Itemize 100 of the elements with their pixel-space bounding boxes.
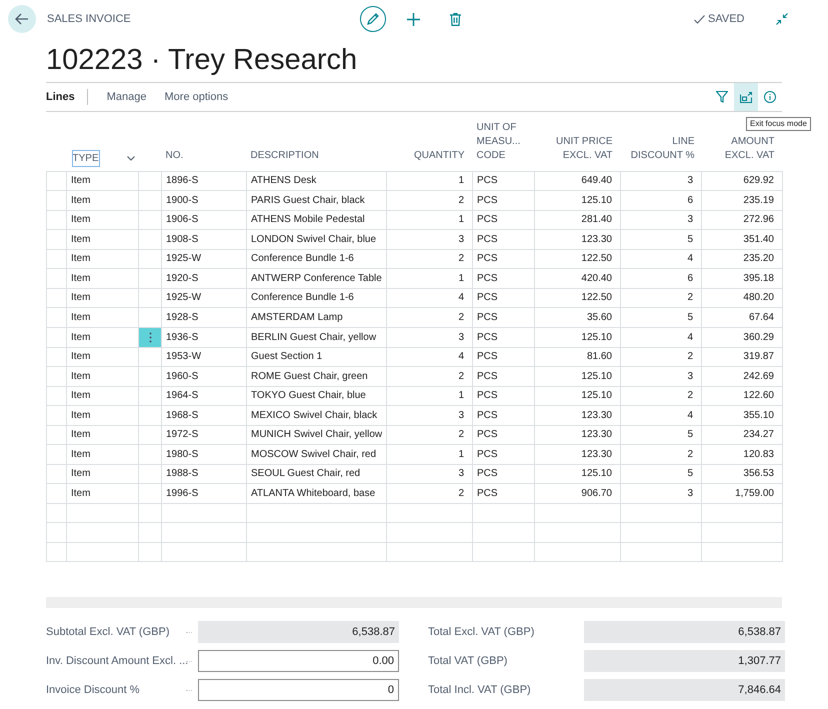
table-cell: PCS — [472, 327, 534, 347]
table-cell: 4 — [386, 347, 472, 366]
table-cell: 235.20 — [702, 249, 782, 268]
table-cell: 1 — [386, 268, 472, 288]
table-cell: 480.20 — [702, 288, 782, 308]
table-cell: Item — [66, 288, 138, 308]
tooltip: Exit focus mode — [746, 117, 811, 131]
total-label: Invoice Discount % — [46, 682, 141, 698]
more-vertical-icon — [148, 332, 152, 342]
chevron-down-icon — [126, 156, 134, 160]
table-cell: Item — [66, 249, 138, 268]
table-cell: 1964-S — [162, 386, 246, 406]
total-value: 7,846.64 — [584, 679, 785, 701]
table-cell: 81.60 — [534, 347, 620, 366]
table-cell: 2 — [620, 347, 702, 366]
table-cell: Item — [66, 171, 138, 190]
total-label: Total VAT (GBP) — [428, 654, 508, 669]
column-header[interactable]: DESCRIPTION — [250, 148, 319, 162]
table-cell: 1968-S — [162, 406, 246, 425]
column-header[interactable]: TYPE — [72, 150, 99, 166]
column-header[interactable]: AMOUNT EXCL. VAT — [714, 134, 774, 162]
table-cell: TOKYO Guest Chair, blue — [246, 386, 386, 406]
table-cell: 235.19 — [702, 190, 782, 210]
table-cell: 125.10 — [534, 464, 620, 484]
table-cell: 6 — [620, 268, 702, 288]
table-cell: Item — [66, 406, 138, 425]
table-cell: 351.40 — [702, 230, 782, 249]
table-cell: 395.18 — [702, 268, 782, 288]
table-cell: ANTWERP Conference Table — [246, 268, 386, 288]
table-cell: 1 — [386, 171, 472, 190]
table-cell: 234.27 — [702, 425, 782, 444]
total-value: 6,538.87 — [198, 621, 399, 643]
column-header[interactable]: UNIT PRICE EXCL. VAT — [550, 134, 612, 162]
table-cell: 356.53 — [702, 464, 782, 484]
table-cell: Item — [66, 386, 138, 406]
table-cell: 4 — [620, 327, 702, 347]
table-cell: 629.92 — [702, 171, 782, 190]
table-cell: Item — [66, 268, 138, 288]
table-cell: 360.29 — [702, 327, 782, 347]
column-header[interactable]: QUANTITY — [414, 148, 464, 162]
table-cell: 35.60 — [534, 308, 620, 327]
table-cell: 1996-S — [162, 484, 246, 503]
table-cell: Item — [66, 444, 138, 464]
table-cell: PARIS Guest Chair, black — [246, 190, 386, 210]
table-cell: PCS — [472, 386, 534, 406]
trash-icon — [450, 12, 460, 26]
back-button[interactable] — [8, 5, 36, 33]
table-cell: 1 — [386, 444, 472, 464]
table-cell: 3 — [386, 230, 472, 249]
table-cell: 125.10 — [534, 386, 620, 406]
table-cell: 123.30 — [534, 230, 620, 249]
column-header[interactable]: LINE DISCOUNT % — [624, 134, 694, 162]
edit-icon — [366, 12, 380, 26]
table-cell: 122.60 — [702, 386, 782, 406]
table-cell: 3 — [386, 327, 472, 347]
table-cell: Item — [66, 347, 138, 366]
table-cell: PCS — [472, 464, 534, 484]
table-cell: PCS — [472, 406, 534, 425]
table-cell: Item — [66, 190, 138, 210]
table-cell: SEOUL Guest Chair, red — [246, 464, 386, 484]
column-header[interactable]: NO. — [166, 148, 184, 162]
table-cell: 122.50 — [534, 288, 620, 308]
toolbar-tab[interactable]: Lines — [46, 88, 87, 106]
table-cell: 4 — [620, 249, 702, 268]
table-cell: 2 — [386, 425, 472, 444]
table-cell: 67.64 — [702, 308, 782, 327]
focus-mode-button[interactable] — [734, 83, 758, 111]
table-cell: 1896-S — [162, 171, 246, 190]
column-header[interactable]: UNIT OF MEASU... CODE — [476, 120, 526, 162]
table-cell: 1928-S — [162, 308, 246, 327]
table-cell: 122.50 — [534, 249, 620, 268]
table-cell: 1980-S — [162, 444, 246, 464]
page-type: SALES INVOICE — [47, 12, 132, 27]
table-cell: 1908-S — [162, 230, 246, 249]
toolbar-tab[interactable]: More options — [156, 88, 238, 106]
total-input-field[interactable]: 0 — [198, 679, 399, 701]
table-cell: 1906-S — [162, 210, 246, 230]
table-cell: Item — [66, 464, 138, 484]
filter-icon — [716, 91, 728, 103]
table-cell: 125.10 — [534, 366, 620, 386]
table-cell: Item — [66, 230, 138, 249]
focus-mode-icon — [740, 92, 752, 102]
table-cell: 906.70 — [534, 484, 620, 503]
table-cell: 242.69 — [702, 366, 782, 386]
total-label: Subtotal Excl. VAT (GBP) — [46, 624, 170, 640]
row-actions-button[interactable] — [139, 328, 161, 346]
table-cell: 319.87 — [702, 347, 782, 366]
table-cell: 4 — [386, 288, 472, 308]
table-cell: 355.10 — [702, 406, 782, 425]
table-cell: MEXICO Swivel Chair, black — [246, 406, 386, 425]
total-input-field[interactable]: 0.00 — [198, 650, 399, 672]
table-cell: Item — [66, 425, 138, 444]
table-cell: 1936-S — [162, 327, 246, 347]
total-value: 1,307.77 — [584, 650, 785, 672]
page-title: 102223 · Trey Research — [46, 46, 358, 74]
table-cell: PCS — [472, 347, 534, 366]
total-value: 6,538.87 — [584, 621, 785, 643]
table-cell: 1920-S — [162, 268, 246, 288]
edit-button[interactable] — [360, 6, 386, 32]
toolbar-tab[interactable]: Manage — [98, 88, 156, 106]
